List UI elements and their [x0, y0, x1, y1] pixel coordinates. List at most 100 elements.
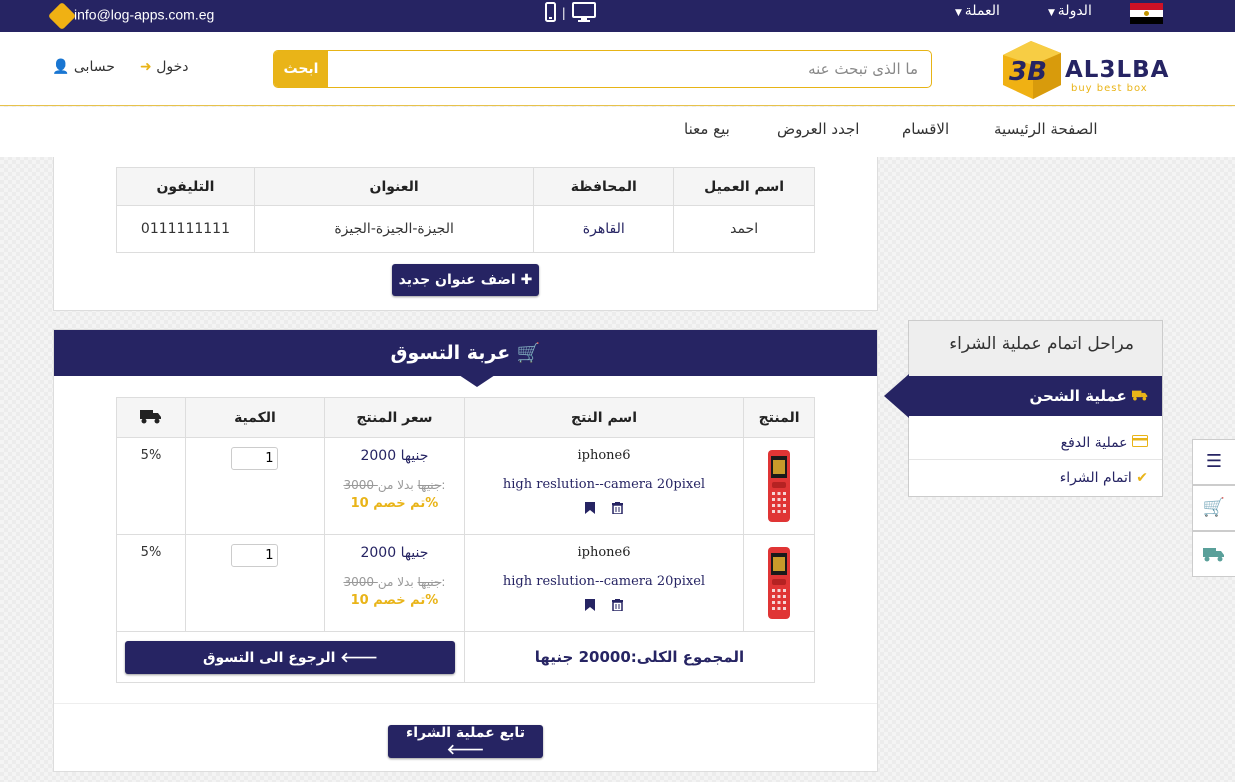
- step-shipping[interactable]: عملية الشحن: [909, 376, 1162, 416]
- email-tag-icon: [47, 1, 77, 31]
- login-label: دخول: [156, 59, 189, 75]
- address-panel: التليفون العنوان المحافظة اسم العميل 011…: [53, 157, 878, 311]
- steps-title: مراحل اتمام عملية الشراء: [909, 321, 1162, 376]
- active-step-arrow: [884, 374, 909, 418]
- address-name: احمد: [673, 205, 815, 253]
- header-quantity: الكمية: [184, 397, 325, 438]
- truck-icon: [139, 409, 162, 428]
- cart-title: عربة التسوق: [390, 342, 511, 364]
- nav-sell-with-us[interactable]: بيع معنا: [684, 120, 730, 138]
- product-description: high reslution--camera 20pixel: [502, 477, 706, 492]
- quantity-input[interactable]: [231, 544, 279, 567]
- discount-label: تم خصم 10%: [350, 593, 439, 608]
- address-address: الجيزة-الجيزة-الجيزة: [253, 205, 535, 253]
- address-phone: 0111111111: [116, 205, 255, 253]
- add-address-button[interactable]: اضف عنوان جديد ✚: [392, 264, 539, 296]
- shipping-rate: 5%: [140, 448, 162, 463]
- add-address-label: اضف عنوان جديد: [398, 272, 516, 288]
- country-dropdown[interactable]: ▼ الدولة: [1048, 3, 1092, 19]
- list-icon[interactable]: ☰: [1192, 439, 1235, 485]
- email-text: info@log-apps.com.eg: [74, 6, 215, 23]
- product-image[interactable]: [768, 547, 791, 619]
- old-price-line: 3000 جنيها بدلا من:: [325, 478, 464, 492]
- quantity-input[interactable]: [231, 447, 279, 470]
- plus-icon: ✚: [520, 272, 533, 288]
- cart-icon[interactable]: 🛒: [1192, 485, 1235, 531]
- header-phone: التليفون: [116, 167, 255, 206]
- cart-header: عربة التسوق 🛒: [54, 330, 877, 376]
- shipping-rate: 5%: [140, 545, 162, 560]
- product-price: 2000 جنيها: [360, 448, 429, 464]
- header-governorate: المحافظة: [533, 167, 675, 206]
- search-input[interactable]: ما الذى تبحث عنه: [330, 51, 926, 87]
- trash-icon[interactable]: [611, 599, 623, 615]
- step-complete-label: اتمام الشراء: [1059, 470, 1132, 486]
- truck-icon: [1132, 387, 1148, 405]
- login-link[interactable]: ➜ دخول: [140, 59, 188, 75]
- arrow-left-icon: 🡐: [446, 742, 485, 758]
- product-name[interactable]: iphone6: [465, 545, 743, 560]
- cart-table: الكمية سعر المنتج اسم النتج المنتج 5% 20…: [116, 397, 816, 683]
- cart-total: المجموع الكلى:20000 جنيها: [534, 648, 745, 666]
- header-address: العنوان: [253, 167, 535, 206]
- account-label: حسابى: [73, 59, 115, 75]
- cart-icon: 🛒: [516, 342, 541, 364]
- address-governorate[interactable]: القاهرة: [533, 205, 675, 253]
- bookmark-icon[interactable]: [585, 599, 596, 615]
- currency-label: العملة: [964, 3, 1000, 19]
- trash-icon[interactable]: [611, 502, 623, 518]
- search-bar: ابحث ما الذى تبحث عنه: [273, 50, 932, 88]
- top-bar: info@log-apps.com.eg | ▼ العملة ▼ الدولة: [0, 0, 1235, 32]
- step-shipping-label: عملية الشحن: [1029, 387, 1127, 405]
- logo-tagline: buy best box: [1071, 83, 1148, 94]
- product-actions: [465, 502, 743, 518]
- cart-header-arrow: [459, 375, 495, 387]
- caret-down-icon: ▼: [955, 8, 965, 18]
- header-product: المنتج: [743, 397, 815, 438]
- search-button[interactable]: ابحث: [274, 51, 328, 87]
- logo-text: AL3LBA: [1065, 57, 1170, 83]
- logo-mark: 3B: [1009, 57, 1047, 87]
- continue-label: تابع عملية الشراء: [406, 725, 525, 741]
- continue-checkout-button[interactable]: تابع عملية الشراء 🡐: [388, 725, 543, 758]
- nav-offers[interactable]: اجدد العروض: [777, 120, 859, 138]
- product-name[interactable]: iphone6: [465, 448, 743, 463]
- cart-panel: عربة التسوق 🛒 الكمية سعر المنتج اسم النت…: [53, 329, 878, 772]
- device-separator: |: [561, 6, 566, 20]
- nav-categories[interactable]: الاقسام: [902, 120, 949, 138]
- back-to-shopping-button[interactable]: الرجوع الى التسوق 🡐: [125, 640, 456, 674]
- egypt-flag-icon[interactable]: [1130, 3, 1163, 24]
- credit-card-icon: [1132, 435, 1148, 451]
- caret-down-icon: ▼: [1048, 8, 1058, 18]
- header-shipping: [116, 397, 186, 438]
- mobile-icon[interactable]: [545, 2, 556, 27]
- user-icon: 👤: [52, 59, 70, 75]
- product-image[interactable]: [768, 450, 791, 522]
- site-logo[interactable]: 3B AL3LBA buy best box: [1003, 37, 1168, 101]
- bookmark-icon[interactable]: [585, 502, 596, 518]
- step-payment-label: عملية الدفع: [1060, 435, 1128, 451]
- contact-email[interactable]: info@log-apps.com.eg: [47, 1, 215, 31]
- discount-label: تم خصم 10%: [350, 496, 439, 511]
- step-complete[interactable]: اتمام الشراء ✔: [909, 461, 1162, 495]
- product-price: 2000 جنيها: [360, 545, 429, 561]
- nav-home[interactable]: الصفحة الرئيسية: [994, 120, 1098, 138]
- header-product-name: اسم النتج: [463, 397, 745, 438]
- checkout-steps: مراحل اتمام عملية الشراء عملية الشحن عمل…: [884, 320, 1163, 497]
- address-row[interactable]: 0111111111 الجيزة-الجيزة-الجيزة القاهرة …: [116, 205, 815, 253]
- site-header: 👤 حسابى ➜ دخول ابحث ما الذى تبحث عنه 3B …: [0, 32, 1235, 106]
- sign-in-icon: ➜: [140, 59, 152, 75]
- currency-dropdown[interactable]: ▼ العملة: [955, 3, 1000, 19]
- header-customer-name: اسم العميل: [673, 167, 815, 206]
- step-payment[interactable]: عملية الدفع: [909, 426, 1162, 460]
- cart-table-header: الكمية سعر المنتج اسم النتج المنتج: [116, 397, 815, 438]
- product-description: high reslution--camera 20pixel: [502, 574, 706, 589]
- main-nav: الصفحة الرئيسية الاقسام اجدد العروض بيع …: [0, 107, 1235, 157]
- truck-icon[interactable]: [1192, 531, 1235, 577]
- account-link[interactable]: 👤 حسابى: [52, 59, 115, 75]
- product-actions: [465, 599, 743, 615]
- divider: [54, 703, 877, 704]
- arrow-left-icon: 🡐: [340, 649, 378, 666]
- old-price-line: 3000 جنيها بدلا من:: [325, 575, 464, 589]
- desktop-icon[interactable]: [571, 2, 596, 27]
